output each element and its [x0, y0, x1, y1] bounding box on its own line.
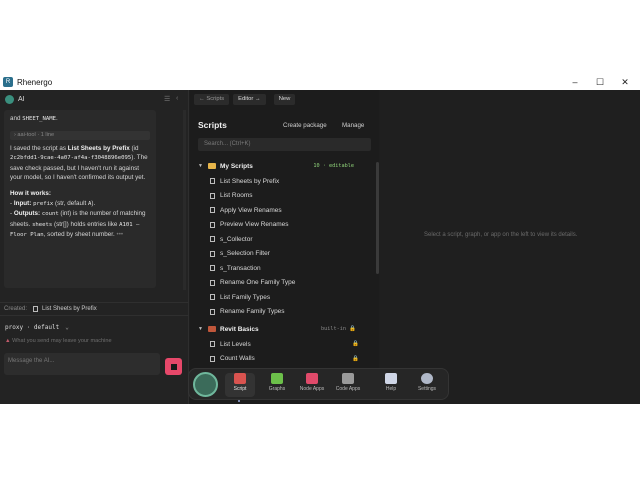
document-icon — [210, 192, 215, 199]
folder-icon — [208, 163, 216, 169]
dock-help[interactable]: Help — [376, 373, 406, 397]
lock-icon: 🔒 — [349, 326, 356, 332]
tool-call-chip[interactable]: › aai-tool · 1 line — [10, 130, 150, 140]
folder-revit-basics[interactable]: ▼ Revit Basics built-in 🔒 — [198, 323, 368, 335]
script-item[interactable]: s_Collector — [210, 233, 365, 245]
stop-icon — [170, 363, 177, 370]
scripts-toolbar: ← Scripts Editor → New — [190, 90, 379, 108]
created-label: Created: — [4, 306, 28, 312]
folder-icon — [208, 326, 216, 332]
empty-state-text: Select a script, graph, or app on the le… — [424, 232, 578, 238]
ai-header: AI ☰ ‹ — [0, 90, 188, 108]
bottom-dock: Script Graphs Node Apps Code Apps Help S… — [188, 368, 449, 402]
dock-script[interactable]: Script — [225, 373, 255, 402]
new-button[interactable]: New — [273, 93, 296, 105]
script-item[interactable]: List Levels 🔒 — [210, 338, 365, 350]
code-apps-icon — [342, 373, 354, 384]
script-item[interactable]: Apply View Renames — [210, 204, 365, 216]
detail-panel: Select a script, graph, or app on the le… — [380, 90, 640, 404]
scripts-title: Scripts — [198, 120, 227, 130]
scripts-scrollbar[interactable] — [376, 162, 379, 274]
message-output-line: - Outputs: count (int) is the number of … — [10, 210, 146, 239]
document-icon — [33, 306, 39, 312]
scripts-panel: ← Scripts Editor → New Scripts Create pa… — [190, 90, 379, 404]
lock-icon: 🔒 — [352, 355, 359, 362]
dock-node-apps[interactable]: Node Apps — [297, 373, 327, 397]
built-in-tag: built-in — [321, 326, 346, 332]
document-icon — [210, 178, 215, 184]
lock-icon: 🔒 — [352, 341, 359, 347]
minimize-button[interactable]: – — [562, 74, 588, 90]
title-bar: R Rhenergo – ☐ ✕ — [0, 74, 640, 90]
collapse-icon[interactable]: ‹ — [176, 95, 178, 102]
editable-tag: 10 · editable — [313, 163, 354, 169]
screen: R Rhenergo – ☐ ✕ AI ☰ ‹ and SHEET_NAME. … — [0, 0, 640, 480]
document-icon — [210, 279, 215, 286]
caret-down-icon: ▼ — [198, 326, 203, 332]
stop-button[interactable] — [165, 358, 182, 375]
manage-button[interactable]: Manage — [342, 122, 364, 129]
menu-icon[interactable]: ☰ — [164, 95, 170, 103]
created-bar: Created: List Sheets by Prefix — [0, 302, 189, 316]
app-logo-icon: R — [3, 77, 13, 87]
message-saved: I saved the script as List Sheets by Pre… — [10, 144, 148, 182]
created-script-chip[interactable]: List Sheets by Prefix — [33, 306, 97, 312]
document-icon — [210, 221, 215, 228]
script-item[interactable]: Preview View Renames — [210, 219, 365, 231]
script-item[interactable]: List Sheets by Prefix — [210, 175, 365, 187]
privacy-warning: ▲ What you send may leave your machine — [5, 338, 112, 344]
document-icon — [210, 308, 215, 315]
document-icon — [210, 265, 215, 271]
chevron-down-icon: ⌄ — [65, 324, 69, 331]
document-icon — [210, 355, 215, 362]
maximize-button[interactable]: ☐ — [587, 74, 613, 90]
back-to-scripts-button[interactable]: ← Scripts — [194, 93, 230, 105]
how-it-works-heading: How it works: — [10, 189, 51, 197]
node-apps-icon — [306, 373, 318, 384]
script-item[interactable]: s_Selection Filter — [210, 248, 365, 260]
assistant-avatar[interactable] — [193, 372, 218, 397]
puzzle-icon — [271, 373, 283, 384]
dock-code-apps[interactable]: Code Apps — [333, 373, 363, 397]
script-item[interactable]: List Family Types — [210, 291, 365, 303]
message-input[interactable]: Message the AI... — [4, 353, 160, 375]
message-input-line: - Input: prefix (str, default A). — [10, 199, 96, 207]
dock-settings[interactable]: Settings — [412, 373, 442, 397]
ai-title: AI — [18, 95, 25, 103]
ai-message: and SHEET_NAME. › aai-tool · 1 line I sa… — [4, 110, 156, 288]
script-item[interactable]: Rename Family Types — [210, 306, 365, 318]
active-indicator — [238, 400, 240, 402]
gear-icon — [421, 373, 433, 384]
folder-my-scripts[interactable]: ▼ My Scripts 10 · editable — [198, 160, 368, 172]
dock-graphs[interactable]: Graphs — [262, 373, 292, 397]
document-icon — [210, 250, 215, 257]
document-icon — [210, 236, 215, 242]
document-icon — [210, 207, 215, 213]
document-icon — [210, 294, 215, 300]
script-icon — [234, 373, 246, 384]
app-window: R Rhenergo – ☐ ✕ AI ☰ ‹ and SHEET_NAME. … — [0, 74, 640, 404]
message-intro: and SHEET_NAME. — [10, 115, 58, 122]
caret-down-icon: ▼ — [198, 163, 203, 169]
document-icon — [210, 341, 215, 347]
scripts-search-input[interactable]: Search... (Ctrl+K) — [198, 138, 371, 151]
warning-icon: ▲ — [5, 338, 11, 344]
ai-scrollbar[interactable] — [183, 110, 186, 290]
create-package-button[interactable]: Create package — [283, 122, 327, 129]
editor-button[interactable]: Editor → — [233, 93, 266, 105]
script-item[interactable]: Rename One Family Type — [210, 277, 365, 289]
proxy-select[interactable]: proxy · default ⌄ — [5, 322, 69, 333]
script-item[interactable]: List Rooms — [210, 190, 365, 202]
book-icon — [385, 373, 397, 384]
ai-logo-icon — [5, 94, 14, 104]
more-indicator: ••• — [116, 231, 124, 239]
script-item[interactable]: s_Transaction — [210, 262, 365, 274]
ai-panel: AI ☰ ‹ and SHEET_NAME. › aai-tool · 1 li… — [0, 90, 189, 404]
window-title: Rhenergo — [17, 77, 53, 87]
script-item[interactable]: Count Walls 🔒 — [210, 353, 365, 365]
close-button[interactable]: ✕ — [612, 74, 638, 90]
